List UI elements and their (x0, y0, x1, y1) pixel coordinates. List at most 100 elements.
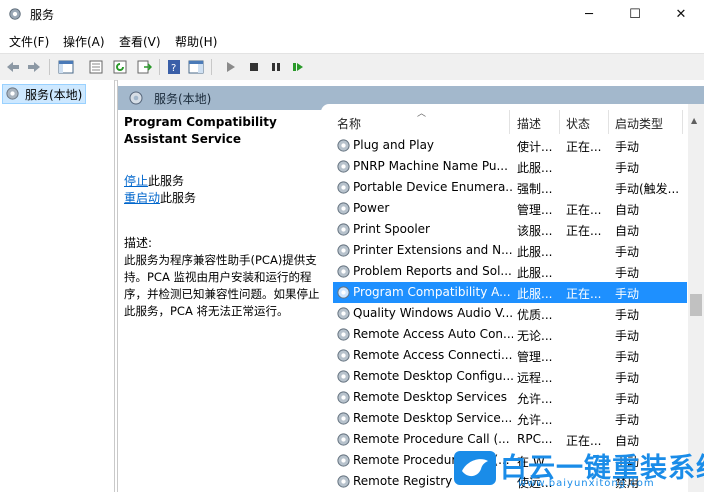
service-row[interactable]: Print Spooler 该服... 正在... 自动 (333, 219, 687, 240)
stop-service-icon[interactable] (245, 58, 263, 76)
column-separator (682, 110, 683, 134)
scrollbar-thumb[interactable] (690, 294, 702, 316)
service-row[interactable]: Remote Access Auto Con... 无论... 手动 (333, 324, 687, 345)
service-name: Remote Desktop Services (353, 390, 508, 404)
service-gear-icon (337, 160, 350, 173)
column-header-name[interactable]: 名称 (337, 104, 507, 138)
menu-bar: 文件(F) 操作(A) 查看(V) 帮助(H) (0, 30, 704, 52)
service-row[interactable]: Remote Desktop Service... 允许... 手动 (333, 408, 687, 429)
service-row[interactable]: Quality Windows Audio V... 优质... 手动 (333, 303, 687, 324)
maximize-button[interactable]: ☐ (612, 0, 658, 28)
stop-service-link[interactable]: 停止 (124, 174, 148, 188)
service-name: PNRP Machine Name Pu... (353, 159, 508, 173)
scroll-up-arrow-icon[interactable]: ▲ (691, 116, 697, 125)
pane-header-title: 服务(本地) (154, 92, 212, 106)
service-gear-icon (337, 412, 350, 425)
show-hide-icon[interactable] (187, 58, 205, 76)
service-name-heading: Program Compatibility Assistant Service (124, 115, 277, 146)
service-name: Portable Device Enumera... (353, 180, 513, 194)
close-button[interactable]: ✕ (658, 0, 704, 28)
service-name: Remote Desktop Configu... (353, 369, 513, 383)
service-gear-icon (337, 202, 350, 215)
service-status: 正在... (566, 287, 602, 301)
service-startup-type: 手动 (615, 245, 640, 259)
start-service-icon[interactable] (221, 58, 239, 76)
service-description: 允许... (517, 392, 553, 406)
title-bar: 服务 ─ ☐ ✕ (0, 0, 704, 28)
service-gear-icon (337, 433, 350, 446)
service-description: 此服... (517, 287, 553, 301)
properties-icon[interactable] (87, 58, 105, 76)
window-title: 服务 (30, 8, 55, 22)
service-row[interactable]: Remote Access Connecti... 管理... 手动 (333, 345, 687, 366)
service-startup-type: 自动 (615, 203, 640, 217)
services-list: ︿ 名称 描述 状态 启动类型 Plug and Play 使计... 正在... 手… (321, 104, 704, 492)
restart-service-icon[interactable] (289, 58, 307, 76)
service-gear-icon (337, 328, 350, 341)
service-status: 正在... (566, 203, 602, 217)
service-startup-type: 手动 (615, 308, 640, 322)
toolbar-separator (211, 59, 212, 75)
service-description: 使计... (517, 140, 553, 154)
console-tree: 服务(本地) (0, 80, 115, 492)
service-description: 强制... (517, 182, 553, 196)
forward-icon[interactable] (25, 58, 43, 76)
description-label: 描述: (124, 236, 153, 250)
service-gear-icon (337, 181, 350, 194)
service-detail-panel: Program Compatibility Assistant Service … (124, 114, 324, 320)
watermark-url: www.baiyunxitong.com (518, 478, 655, 489)
menu-view[interactable]: 查看(V) (119, 33, 161, 50)
service-row[interactable]: Remote Desktop Configu... 远程... 手动 (333, 366, 687, 387)
column-separator (608, 110, 609, 134)
refresh-icon[interactable] (111, 58, 129, 76)
service-row[interactable]: Plug and Play 使计... 正在... 手动 (333, 135, 687, 156)
service-description: 允许... (517, 413, 553, 427)
service-gear-icon (337, 223, 350, 236)
tree-item-label: 服务(本地) (25, 88, 83, 102)
service-gear-icon (337, 391, 350, 404)
service-gear-icon (337, 307, 350, 320)
toolbar: ? (0, 53, 704, 81)
stop-link-suffix: 此服务 (148, 174, 185, 188)
service-description: 此服... (517, 161, 553, 175)
column-header-startup-type[interactable]: 启动类型 (615, 104, 685, 138)
service-row[interactable]: Problem Reports and Sol... 此服... 手动 (333, 261, 687, 282)
service-description: 无论... (517, 329, 553, 343)
back-icon[interactable] (4, 58, 22, 76)
bird-logo-icon (454, 451, 496, 485)
service-row[interactable]: Program Compatibility A... 此服... 正在... 手动 (333, 282, 687, 303)
service-startup-type: 手动 (615, 287, 640, 301)
minimize-button[interactable]: ─ (566, 0, 612, 28)
column-header-status[interactable]: 状态 (566, 104, 610, 138)
console-tree-icon[interactable] (57, 58, 75, 76)
service-row[interactable]: Remote Desktop Services 允许... 手动 (333, 387, 687, 408)
column-separator (559, 110, 560, 134)
service-name: Remote Access Connecti... (353, 348, 513, 362)
service-row[interactable]: Portable Device Enumera... 强制... 手动(触发... (333, 177, 687, 198)
restart-service-link[interactable]: 重启动 (124, 191, 160, 205)
service-description: 此服... (517, 245, 553, 259)
service-status: 正在... (566, 224, 602, 238)
service-startup-type: 自动 (615, 224, 640, 238)
export-list-icon[interactable] (135, 58, 153, 76)
pause-service-icon[interactable] (267, 58, 285, 76)
service-row[interactable]: PNRP Machine Name Pu... 此服... 手动 (333, 156, 687, 177)
service-gear-icon (337, 139, 350, 152)
column-header-description[interactable]: 描述 (517, 104, 561, 138)
toolbar-separator (159, 59, 160, 75)
service-startup-type: 手动 (615, 161, 640, 175)
service-name: Power (353, 201, 390, 215)
service-description: 此服... (517, 266, 553, 280)
service-row[interactable]: Printer Extensions and N... 此服... 手动 (333, 240, 687, 261)
service-row[interactable]: Power 管理... 正在... 自动 (333, 198, 687, 219)
svg-text:?: ? (171, 63, 176, 74)
help-icon[interactable]: ? (165, 58, 183, 76)
service-description: 远程... (517, 371, 553, 385)
menu-action[interactable]: 操作(A) (63, 33, 105, 50)
service-startup-type: 手动 (615, 392, 640, 406)
service-startup-type: 手动(触发... (615, 182, 680, 196)
vertical-scrollbar[interactable]: ▲ (688, 104, 704, 492)
menu-help[interactable]: 帮助(H) (175, 33, 217, 50)
tree-item-services-local[interactable]: 服务(本地) (2, 84, 86, 104)
menu-file[interactable]: 文件(F) (9, 33, 49, 50)
